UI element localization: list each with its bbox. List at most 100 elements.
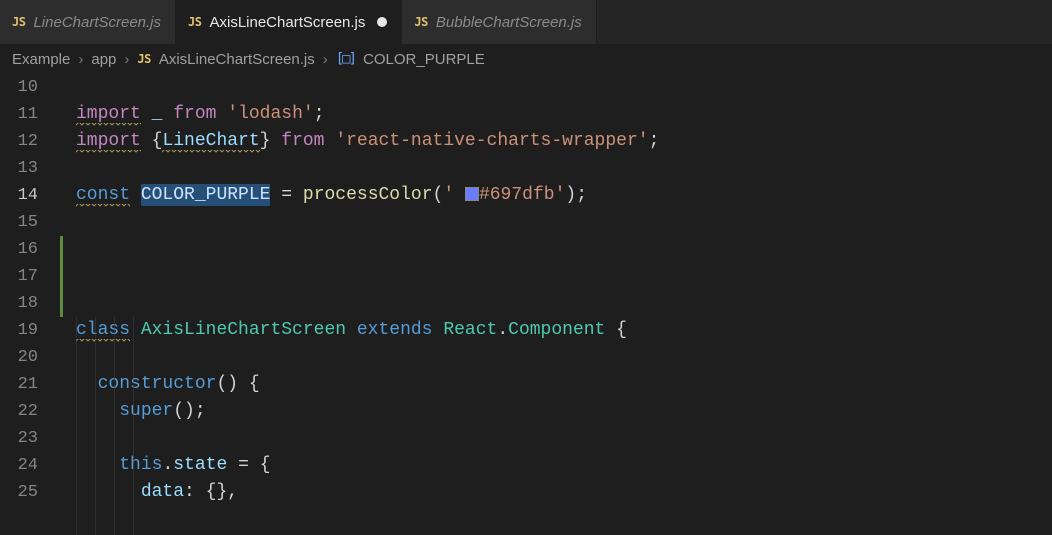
code-token: ; [649, 131, 660, 151]
code-token [270, 131, 281, 151]
code-token [249, 455, 260, 475]
code-token [605, 320, 616, 340]
code-token: {} [206, 482, 228, 502]
code-token [162, 104, 173, 124]
code-token: = [238, 455, 249, 475]
line-number: 19 [0, 317, 38, 344]
code-token: { [260, 455, 271, 475]
code-token: LineChart [162, 131, 259, 153]
line-number: 15 [0, 209, 38, 236]
indent-guide [95, 317, 96, 535]
code-token: class [76, 320, 130, 342]
code-token: { [249, 374, 260, 394]
js-file-icon: JS [12, 15, 25, 29]
code-token: super [119, 401, 173, 421]
code-token: this [119, 455, 162, 475]
code-token: from [281, 131, 324, 151]
code-token: from [173, 104, 216, 124]
code-line[interactable] [76, 425, 1052, 452]
code-line[interactable] [76, 209, 1052, 236]
code-token [76, 482, 141, 502]
code-line[interactable] [76, 155, 1052, 182]
code-editor[interactable]: 10111213141516171819202122232425 import … [0, 74, 1052, 535]
code-token: COLOR_PURPLE [141, 184, 271, 206]
line-number: 18 [0, 290, 38, 317]
code-token [227, 455, 238, 475]
code-token [76, 455, 119, 475]
code-token: { [152, 131, 163, 151]
code-token: processColor [303, 185, 433, 205]
code-token: extends [357, 320, 433, 340]
code-token: , [227, 482, 238, 502]
code-line[interactable]: data: {}, [76, 479, 1052, 506]
line-number: 21 [0, 371, 38, 398]
dirty-indicator-icon [377, 17, 387, 27]
code-token: . [162, 455, 173, 475]
code-line[interactable]: import {LineChart} from 'react-native-ch… [76, 128, 1052, 155]
line-number: 12 [0, 128, 38, 155]
code-token: React [443, 320, 497, 340]
code-token: { [616, 320, 627, 340]
line-number: 24 [0, 452, 38, 479]
js-file-icon: JS [137, 52, 150, 66]
code-token [130, 320, 141, 340]
code-area[interactable]: import _ from 'lodash';import {LineChart… [64, 74, 1052, 535]
breadcrumb-segment[interactable]: Example [12, 51, 70, 68]
code-line[interactable] [76, 74, 1052, 101]
line-number: 20 [0, 344, 38, 371]
code-token: } [260, 131, 271, 151]
code-line[interactable]: import _ from 'lodash'; [76, 101, 1052, 128]
code-token: ( [433, 185, 444, 205]
js-file-icon: JS [188, 15, 201, 29]
code-line[interactable]: constructor() { [76, 371, 1052, 398]
code-line[interactable]: super(); [76, 398, 1052, 425]
code-line[interactable] [76, 344, 1052, 371]
code-token: Component [508, 320, 605, 340]
code-token [433, 320, 444, 340]
chevron-right-icon: › [124, 51, 129, 68]
color-swatch-icon[interactable] [465, 187, 479, 201]
code-token: #697dfb [479, 185, 555, 205]
code-token: AxisLineChartScreen [141, 320, 346, 340]
breadcrumb-segment[interactable]: COLOR_PURPLE [363, 51, 485, 68]
indent-guide [76, 317, 77, 535]
line-number: 23 [0, 425, 38, 452]
editor-tab[interactable]: JSBubbleChartScreen.js [402, 0, 596, 44]
code-token [238, 374, 249, 394]
code-line[interactable] [76, 263, 1052, 290]
code-line[interactable]: const COLOR_PURPLE = processColor(' #697… [76, 182, 1052, 209]
code-token: import [76, 131, 141, 153]
code-token: () [173, 401, 195, 421]
editor-tab-label: BubbleChartScreen.js [436, 14, 582, 31]
code-line[interactable]: class AxisLineChartScreen extends React.… [76, 317, 1052, 344]
code-token: ; [314, 104, 325, 124]
chevron-right-icon: › [78, 51, 83, 68]
code-line[interactable] [76, 290, 1052, 317]
code-token: data [141, 482, 184, 502]
editor-tab-label: AxisLineChartScreen.js [209, 14, 365, 31]
editor-tab[interactable]: JSLineChartScreen.js [0, 0, 176, 44]
code-token [141, 131, 152, 151]
code-token: () [216, 374, 238, 394]
code-token: ' [555, 185, 566, 205]
code-token: state [173, 455, 227, 475]
code-token [292, 185, 303, 205]
code-token: ; [195, 401, 206, 421]
editor-tab[interactable]: JS AxisLineChartScreen.js [176, 0, 402, 44]
code-token: : [184, 482, 195, 502]
code-token [325, 131, 336, 151]
code-token: constructor [98, 374, 217, 394]
code-token: ) [565, 185, 576, 205]
breadcrumb-segment[interactable]: app [91, 51, 116, 68]
code-token [270, 185, 281, 205]
breadcrumb[interactable]: Example › app › JS AxisLineChartScreen.js › COL… [0, 44, 1052, 74]
code-token: 'lodash' [227, 104, 313, 124]
breadcrumb-segment[interactable]: AxisLineChartScreen.js [159, 51, 315, 68]
chevron-right-icon: › [323, 51, 328, 68]
code-line[interactable]: this.state = { [76, 452, 1052, 479]
code-token [195, 482, 206, 502]
line-number-gutter: 10111213141516171819202122232425 [0, 74, 60, 535]
code-token [76, 401, 119, 421]
code-line[interactable] [76, 236, 1052, 263]
symbol-constant-icon [336, 51, 355, 67]
